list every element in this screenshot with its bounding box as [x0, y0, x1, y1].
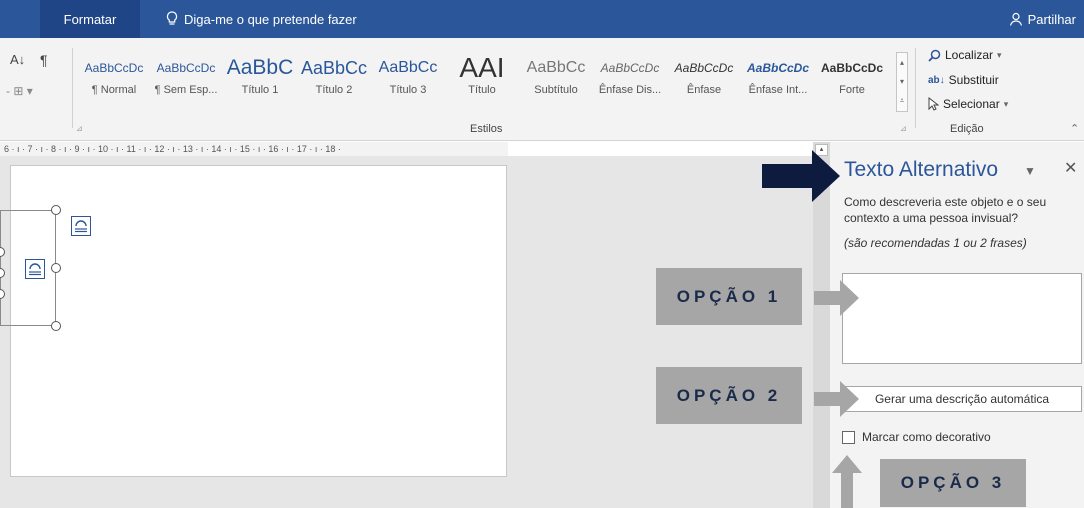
horizontal-ruler[interactable]: 6 · ı · 7 · ı · 8 · ı · 9 · ı · 10 · ı ·…: [0, 142, 508, 156]
image-placeholder-icon: [25, 259, 45, 279]
style-emphasis[interactable]: AaBbCcDc Ênfase: [668, 52, 740, 110]
style-subtitle[interactable]: AaBbCc Subtítulo: [520, 52, 592, 110]
editing-group-label: Edição: [950, 123, 984, 135]
style-name: Ênfase Dis...: [598, 84, 662, 96]
style-strong[interactable]: AaBbCcDc Forte: [816, 52, 888, 110]
style-normal[interactable]: AaBbCcDc ¶ Normal: [78, 52, 150, 110]
style-name: ¶ Normal: [91, 84, 137, 96]
replace-label: Substituir: [948, 73, 999, 87]
chevron-down-icon: ▾: [1003, 98, 1009, 109]
dialog-launcher-icon[interactable]: ⊿: [76, 124, 83, 133]
tab-format[interactable]: Formatar: [40, 0, 140, 38]
collapse-ribbon-icon[interactable]: ⌃: [1070, 122, 1079, 135]
borders-icon[interactable]: - ⊞ ▾: [6, 84, 33, 98]
arrow-right-icon: [762, 150, 840, 202]
tell-me-label: Diga-me o que pretende fazer: [184, 11, 357, 27]
ribbon-divider: [72, 48, 73, 128]
ribbon-divider: [915, 48, 916, 128]
style-name: Título: [468, 84, 496, 96]
style-name: Ênfase: [686, 84, 722, 96]
resize-handle[interactable]: [51, 321, 61, 331]
style-preview: AaBbCc: [526, 59, 586, 76]
decorative-checkbox[interactable]: [842, 431, 855, 444]
style-name: Ênfase Int...: [748, 84, 808, 96]
style-name: ¶ Sem Esp...: [154, 84, 218, 96]
style-preview: AaBbCcDc: [84, 61, 144, 75]
pane-title: Texto Alternativo: [844, 158, 999, 181]
style-preview: AaBbCcDc: [156, 61, 216, 75]
replace-button[interactable]: ab↓ Substituir: [928, 73, 999, 87]
style-preview: AaBbCc: [300, 58, 368, 78]
replace-icon: ab↓: [928, 74, 945, 86]
arrow-right-icon: [814, 280, 859, 316]
arrow-up-icon: [832, 455, 862, 508]
style-name: Título 1: [241, 84, 279, 96]
style-heading-2[interactable]: AaBbCc Título 2: [298, 52, 370, 110]
chevron-down-icon: ▾: [997, 49, 1002, 60]
select-label: Selecionar: [943, 97, 1000, 111]
alt-text-input[interactable]: [842, 273, 1082, 364]
share-button[interactable]: Partilhar: [1009, 0, 1076, 38]
document-page[interactable]: [10, 165, 507, 477]
style-title[interactable]: AAI Título: [446, 52, 518, 110]
style-intense-emphasis[interactable]: AaBbCcDc Ênfase Int...: [742, 52, 814, 110]
option-3-callout: OPÇÃO 3: [880, 459, 1026, 507]
pilcrow-icon[interactable]: ¶: [40, 52, 48, 68]
styles-group-label: Estilos: [470, 123, 503, 135]
share-label: Partilhar: [1027, 11, 1076, 27]
style-name: Título 2: [315, 84, 353, 96]
style-preview: AaBbCcDc: [600, 61, 660, 75]
style-preview: AAI: [459, 52, 505, 83]
style-name: Forte: [839, 84, 865, 96]
dialog-launcher-icon[interactable]: ⊿: [900, 124, 907, 133]
style-name: Subtítulo: [534, 84, 578, 96]
ribbon: A↓ ¶ - ⊞ ▾ AaBbCcDc ¶ Normal AaBbCcDc ¶ Se…: [0, 38, 1084, 141]
style-preview: AaBbCcDc: [820, 61, 883, 75]
lightbulb-icon: [166, 11, 178, 25]
arrow-right-icon: [814, 381, 859, 417]
chevron-up-icon[interactable]: ▴: [897, 53, 907, 72]
find-button[interactable]: Localizar ▾: [928, 48, 1002, 62]
style-no-spacing[interactable]: AaBbCcDc ¶ Sem Esp...: [150, 52, 222, 110]
style-heading-1[interactable]: AaBbC Título 1: [224, 52, 296, 110]
style-preview: AaBbCcDc: [674, 61, 734, 75]
chevron-down-icon[interactable]: ▼: [1024, 164, 1036, 178]
more-styles-icon[interactable]: ⩡: [897, 91, 907, 110]
sort-icon[interactable]: A↓: [10, 52, 25, 67]
option-1-callout: OPÇÃO 1: [656, 268, 802, 325]
pane-prompt: Como descreveria este objeto e o seu con…: [844, 195, 1047, 225]
generate-description-button[interactable]: Gerar uma descrição automática: [842, 386, 1082, 412]
person-icon: [1009, 12, 1022, 26]
style-name: Título 3: [389, 84, 427, 96]
styles-gallery-scroll[interactable]: ▴ ▾ ⩡: [896, 52, 908, 112]
cursor-arrow-icon: [928, 97, 939, 111]
style-preview: AaBbCcDc: [746, 61, 809, 75]
select-button[interactable]: Selecionar ▾: [928, 97, 1008, 111]
style-preview: AaBbC: [226, 56, 294, 79]
style-preview: AaBbCc: [378, 59, 438, 76]
find-label: Localizar: [945, 48, 994, 62]
tell-me-search[interactable]: Diga-me o que pretende fazer: [166, 0, 357, 38]
style-subtle-emphasis[interactable]: AaBbCcDc Ênfase Dis...: [594, 52, 666, 110]
layout-options-icon[interactable]: [71, 216, 91, 236]
search-icon: [928, 49, 941, 62]
chevron-down-icon[interactable]: ▾: [897, 72, 907, 91]
resize-handle[interactable]: [51, 205, 61, 215]
resize-handle[interactable]: [51, 263, 61, 273]
style-heading-3[interactable]: AaBbCc Título 3: [372, 52, 444, 110]
option-2-callout: OPÇÃO 2: [656, 367, 802, 424]
close-icon[interactable]: ✕: [1064, 158, 1077, 178]
title-bar: [0, 0, 1084, 38]
decorative-label: Marcar como decorativo: [862, 430, 991, 444]
pane-recommendation: (são recomendadas 1 ou 2 frases): [844, 236, 1027, 250]
